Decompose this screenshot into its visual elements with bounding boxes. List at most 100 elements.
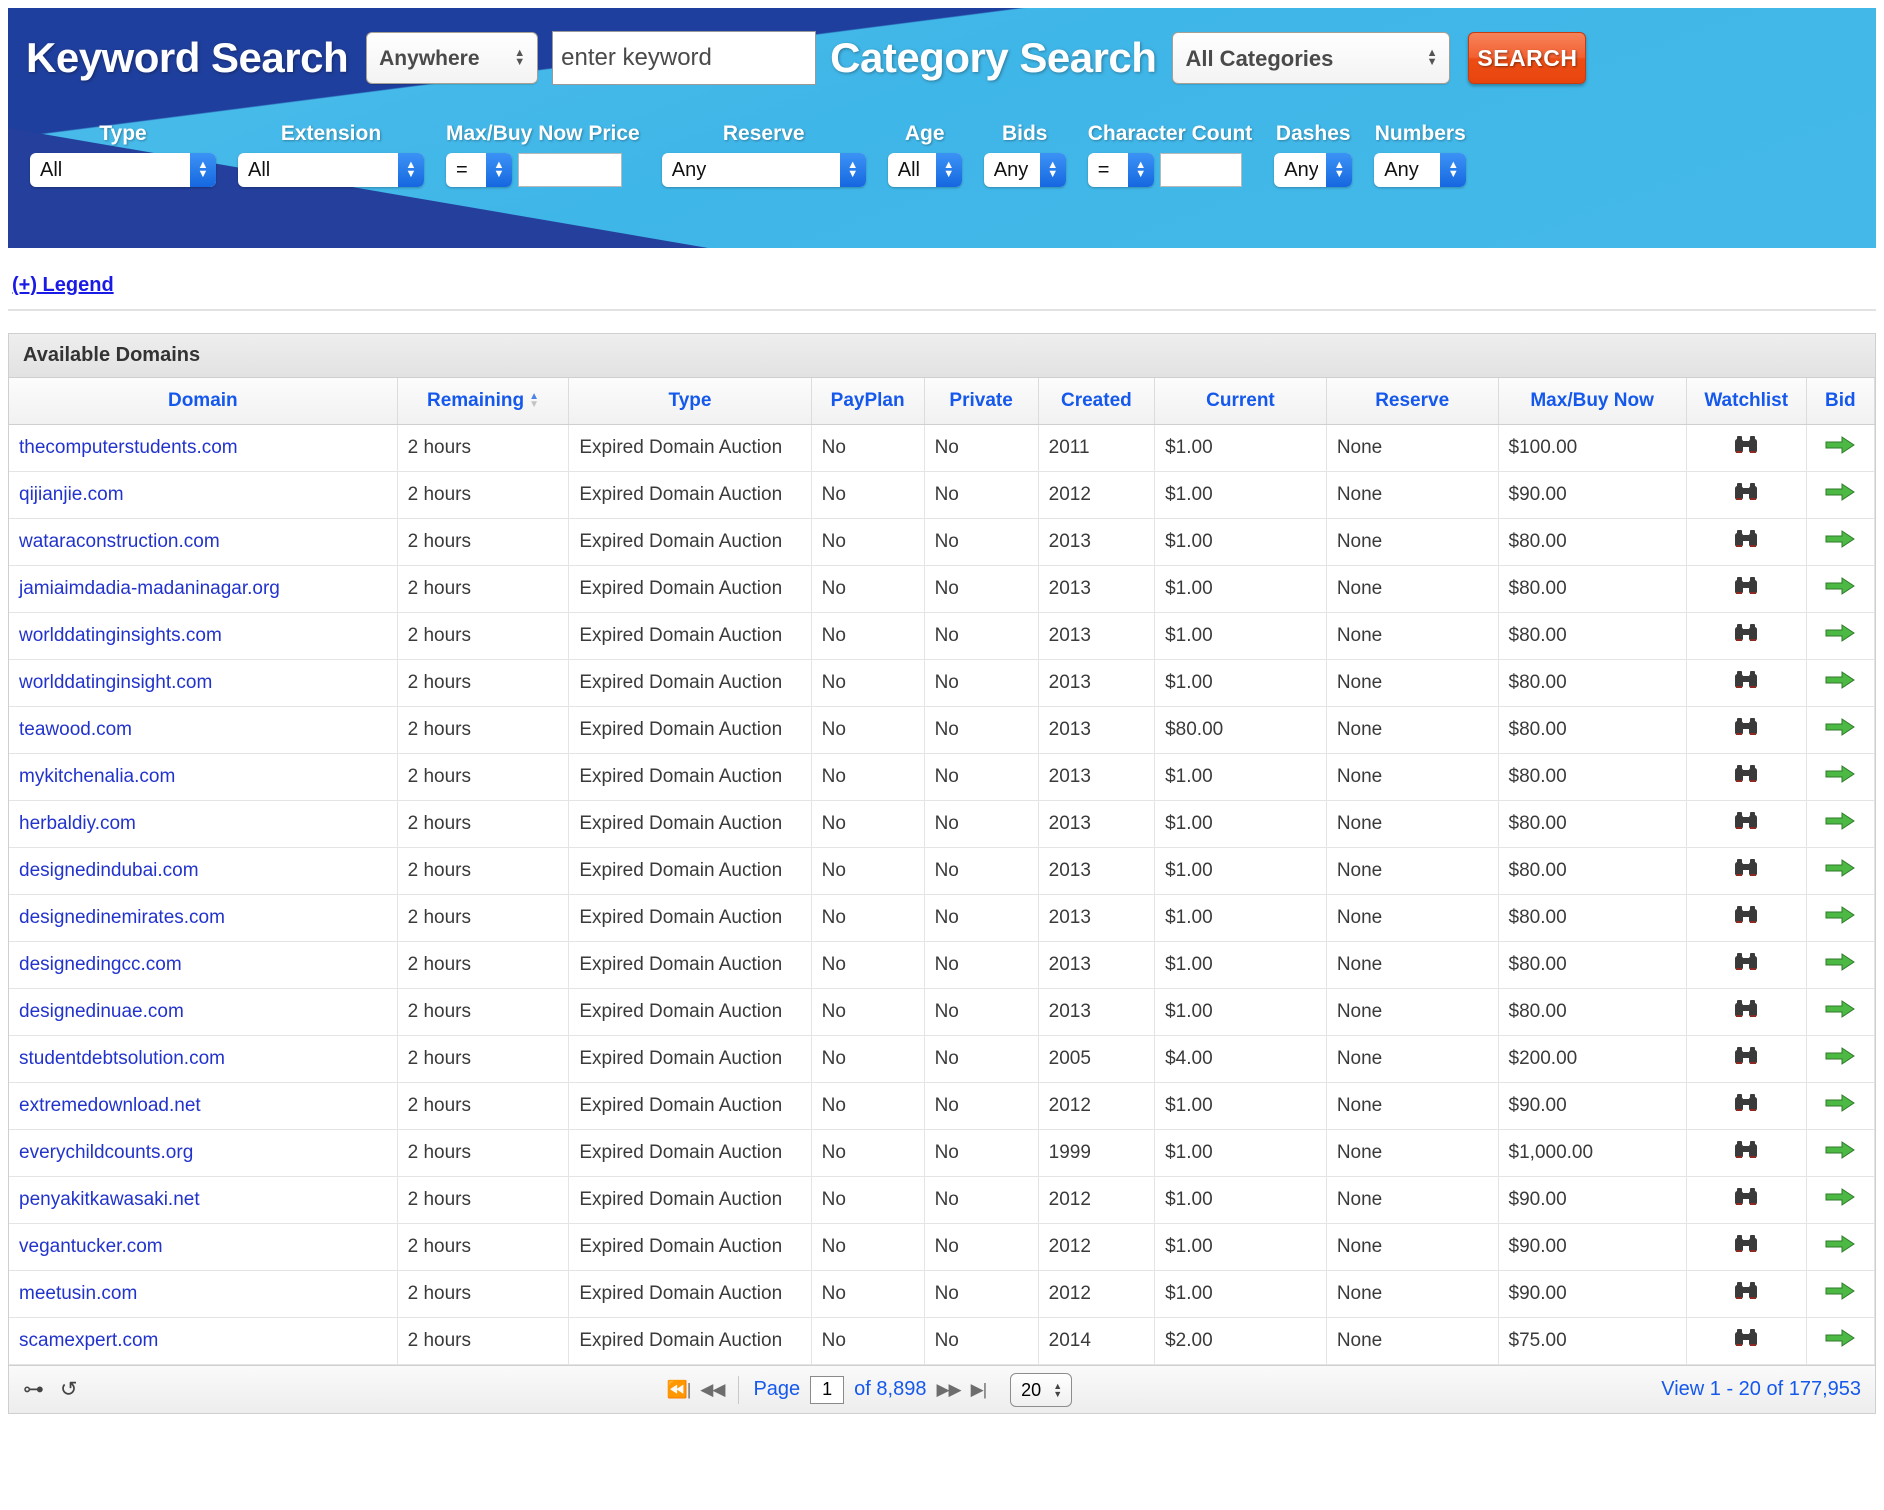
- column-header-private[interactable]: Private: [924, 378, 1038, 425]
- green-arrow-icon[interactable]: [1825, 1140, 1855, 1166]
- per-page-select[interactable]: 2050100: [1010, 1373, 1072, 1407]
- binoculars-icon[interactable]: [1733, 860, 1759, 883]
- binoculars-icon[interactable]: [1733, 672, 1759, 695]
- green-arrow-icon[interactable]: [1825, 952, 1855, 978]
- cell-bid: [1806, 848, 1874, 895]
- first-page-icon[interactable]: ⏪|: [667, 1380, 691, 1400]
- domain-link[interactable]: jamiaimdadia-madaninagar.org: [19, 578, 280, 599]
- binoculars-icon[interactable]: [1733, 1283, 1759, 1306]
- column-header-payplan[interactable]: PayPlan: [811, 378, 924, 425]
- green-arrow-icon[interactable]: [1825, 1328, 1855, 1354]
- filter-operator-charcount[interactable]: =<>: [1088, 153, 1154, 187]
- domain-link[interactable]: thecomputerstudents.com: [19, 437, 238, 458]
- binoculars-icon[interactable]: [1733, 531, 1759, 554]
- binoculars-icon[interactable]: [1733, 954, 1759, 977]
- filter-group-numbers: NumbersAny▲▼: [1374, 122, 1466, 187]
- domain-link[interactable]: herbaldiy.com: [19, 813, 136, 834]
- filter-select-type[interactable]: All: [30, 153, 216, 187]
- filter-select-numbers[interactable]: Any: [1374, 153, 1466, 187]
- green-arrow-icon[interactable]: [1825, 435, 1855, 461]
- column-header-watchlist[interactable]: Watchlist: [1686, 378, 1806, 425]
- domain-link[interactable]: extremedownload.net: [19, 1095, 201, 1116]
- green-arrow-icon[interactable]: [1825, 1093, 1855, 1119]
- binoculars-icon[interactable]: [1733, 719, 1759, 742]
- binoculars-icon[interactable]: [1733, 1142, 1759, 1165]
- column-header-remaining[interactable]: Remaining▲▼: [397, 378, 569, 425]
- column-header-domain[interactable]: Domain: [9, 378, 397, 425]
- binoculars-icon[interactable]: [1733, 813, 1759, 836]
- domain-link[interactable]: vegantucker.com: [19, 1236, 163, 1257]
- green-arrow-icon[interactable]: [1825, 858, 1855, 884]
- domain-link[interactable]: penyakitkawasaki.net: [19, 1189, 200, 1210]
- search-button[interactable]: SEARCH: [1468, 32, 1586, 84]
- green-arrow-icon[interactable]: [1825, 1234, 1855, 1260]
- column-header-type[interactable]: Type: [569, 378, 811, 425]
- green-arrow-icon[interactable]: [1825, 905, 1855, 931]
- binoculars-icon[interactable]: [1733, 1001, 1759, 1024]
- column-header-bid[interactable]: Bid: [1806, 378, 1874, 425]
- green-arrow-icon[interactable]: [1825, 764, 1855, 790]
- filter-select-bids[interactable]: Any: [984, 153, 1066, 187]
- keyword-input[interactable]: [552, 31, 816, 85]
- column-header-current[interactable]: Current: [1155, 378, 1327, 425]
- green-arrow-icon[interactable]: [1825, 482, 1855, 508]
- legend-toggle-link[interactable]: (+) Legend: [12, 274, 114, 296]
- category-select[interactable]: All Categories: [1172, 32, 1450, 84]
- domain-link[interactable]: everychildcounts.org: [19, 1142, 193, 1163]
- domain-link[interactable]: designedindubai.com: [19, 860, 199, 881]
- green-arrow-icon[interactable]: [1825, 717, 1855, 743]
- magnifier-icon[interactable]: ⊶: [23, 1379, 44, 1400]
- column-header-max-buy-now[interactable]: Max/Buy Now: [1498, 378, 1686, 425]
- green-arrow-icon[interactable]: [1825, 670, 1855, 696]
- binoculars-icon[interactable]: [1733, 625, 1759, 648]
- domain-link[interactable]: meetusin.com: [19, 1283, 137, 1304]
- last-page-icon[interactable]: ▶|: [971, 1380, 987, 1400]
- green-arrow-icon[interactable]: [1825, 576, 1855, 602]
- binoculars-icon[interactable]: [1733, 1189, 1759, 1212]
- binoculars-icon[interactable]: [1733, 437, 1759, 460]
- filter-select-age[interactable]: All: [888, 153, 962, 187]
- binoculars-icon[interactable]: [1733, 766, 1759, 789]
- green-arrow-icon[interactable]: [1825, 529, 1855, 555]
- green-arrow-icon[interactable]: [1825, 623, 1855, 649]
- green-arrow-icon[interactable]: [1825, 1281, 1855, 1307]
- filter-select-bids-wrapper: Any▲▼: [984, 153, 1066, 187]
- green-arrow-icon[interactable]: [1825, 1187, 1855, 1213]
- binoculars-icon[interactable]: [1733, 484, 1759, 507]
- green-arrow-icon[interactable]: [1825, 1046, 1855, 1072]
- domain-link[interactable]: designedingcc.com: [19, 954, 182, 975]
- binoculars-icon[interactable]: [1733, 907, 1759, 930]
- domain-link[interactable]: wataraconstruction.com: [19, 531, 220, 552]
- domain-link[interactable]: studentdebtsolution.com: [19, 1048, 225, 1069]
- next-page-icon[interactable]: ▶▶: [936, 1380, 960, 1400]
- filter-input-charcount[interactable]: [1160, 153, 1242, 187]
- domain-link[interactable]: worlddatinginsight.com: [19, 672, 212, 693]
- filter-select-reserve[interactable]: Any: [662, 153, 866, 187]
- filter-input-price[interactable]: [518, 153, 622, 187]
- search-scope-select[interactable]: AnywhereStarts WithEnds WithExact: [366, 32, 538, 84]
- domain-link[interactable]: designedinemirates.com: [19, 907, 225, 928]
- domain-link[interactable]: teawood.com: [19, 719, 132, 740]
- binoculars-icon[interactable]: [1733, 1330, 1759, 1353]
- filter-select-dashes[interactable]: Any: [1274, 153, 1352, 187]
- table-row: teawood.com2 hoursExpired Domain Auction…: [9, 707, 1875, 754]
- binoculars-icon[interactable]: [1733, 1236, 1759, 1259]
- domain-link[interactable]: designedinuae.com: [19, 1001, 184, 1022]
- domain-link[interactable]: scamexpert.com: [19, 1330, 158, 1351]
- cell-domain: teawood.com: [9, 707, 397, 754]
- page-number-input[interactable]: [810, 1376, 844, 1404]
- filter-operator-price[interactable]: =<>: [446, 153, 512, 187]
- green-arrow-icon[interactable]: [1825, 811, 1855, 837]
- previous-page-icon[interactable]: ◀◀: [700, 1380, 724, 1400]
- column-header-created[interactable]: Created: [1038, 378, 1154, 425]
- binoculars-icon[interactable]: [1733, 578, 1759, 601]
- column-header-reserve[interactable]: Reserve: [1326, 378, 1498, 425]
- domain-link[interactable]: qijianjie.com: [19, 484, 124, 505]
- binoculars-icon[interactable]: [1733, 1048, 1759, 1071]
- binoculars-icon[interactable]: [1733, 1095, 1759, 1118]
- refresh-icon[interactable]: ↺: [60, 1379, 78, 1400]
- green-arrow-icon[interactable]: [1825, 999, 1855, 1025]
- domain-link[interactable]: mykitchenalia.com: [19, 766, 175, 787]
- domain-link[interactable]: worlddatinginsights.com: [19, 625, 222, 646]
- filter-select-extension[interactable]: All: [238, 153, 424, 187]
